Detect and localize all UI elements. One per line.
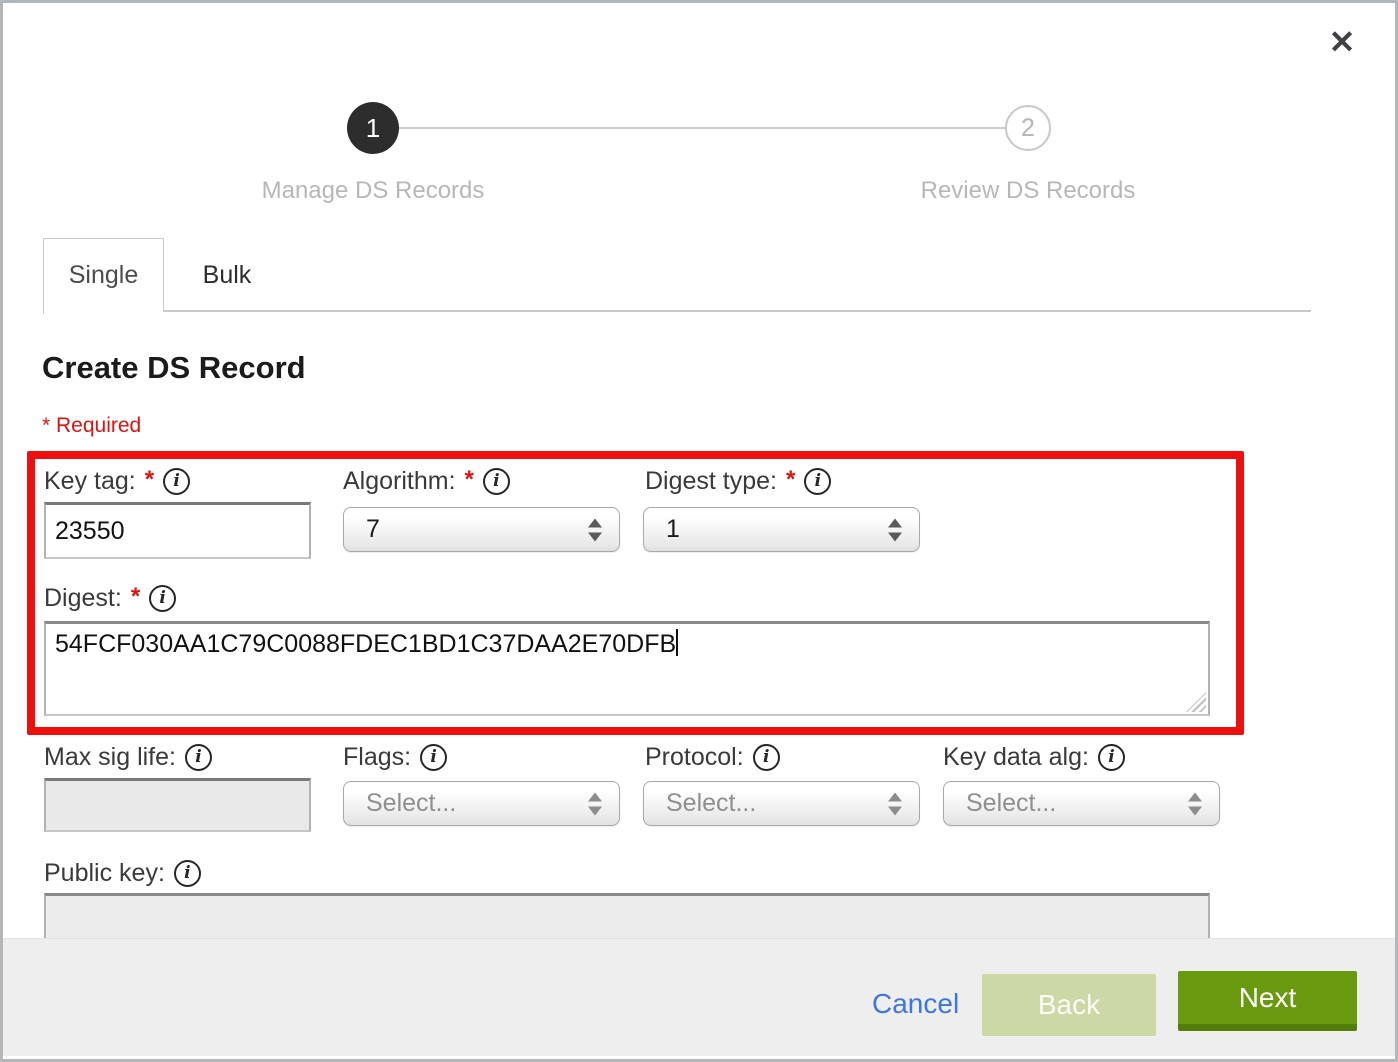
required-asterisk: *: [786, 466, 795, 494]
info-icon-glyph: i: [184, 865, 190, 882]
algorithm-select[interactable]: 7: [343, 507, 620, 552]
key-tag-label-text: Key tag:: [44, 467, 136, 496]
protocol-label-text: Protocol:: [645, 743, 744, 772]
digest-textarea[interactable]: 54FCF030AA1C79C0088FDEC1BD1C37DAA2E70DFB: [44, 621, 1210, 716]
tab-single[interactable]: Single: [43, 238, 164, 312]
required-asterisk: *: [145, 466, 154, 494]
info-icon-glyph: i: [173, 473, 179, 490]
stepper-step-1-circle: 1: [347, 102, 399, 154]
info-icon[interactable]: i: [804, 468, 831, 495]
info-icon[interactable]: i: [420, 744, 447, 771]
info-icon[interactable]: i: [149, 585, 176, 612]
key-data-alg-select[interactable]: Select...: [943, 781, 1220, 826]
close-icon[interactable]: ✕: [1322, 22, 1362, 62]
select-spinner-icon: [588, 792, 602, 815]
key-tag-value: 23550: [55, 517, 125, 546]
digest-type-label: Digest type: * i: [645, 467, 831, 496]
public-key-label-text: Public key:: [44, 859, 165, 888]
key-data-alg-label-text: Key data alg:: [943, 743, 1089, 772]
digest-type-select[interactable]: 1: [643, 507, 920, 552]
algorithm-label-text: Algorithm:: [343, 467, 456, 496]
digest-type-label-text: Digest type:: [645, 467, 777, 496]
info-icon-glyph: i: [493, 473, 499, 490]
key-data-alg-label: Key data alg: i: [943, 743, 1125, 772]
info-icon[interactable]: i: [1098, 744, 1125, 771]
protocol-label: Protocol: i: [645, 743, 780, 772]
flags-select[interactable]: Select...: [343, 781, 620, 826]
page-title: Create DS Record: [42, 350, 306, 386]
cancel-button[interactable]: Cancel: [872, 988, 959, 1020]
key-tag-label: Key tag: * i: [44, 467, 190, 496]
public-key-textarea[interactable]: [44, 893, 1210, 938]
info-icon-glyph: i: [195, 749, 201, 766]
required-asterisk: *: [131, 583, 140, 611]
algorithm-label: Algorithm: * i: [343, 467, 510, 496]
info-icon[interactable]: i: [174, 860, 201, 887]
info-icon-glyph: i: [159, 590, 165, 607]
select-spinner-icon: [1188, 792, 1202, 815]
max-sig-life-label: Max sig life: i: [44, 743, 212, 772]
digest-label-text: Digest:: [44, 584, 122, 613]
public-key-label: Public key: i: [44, 859, 201, 888]
info-icon-glyph: i: [1108, 749, 1114, 766]
info-icon-glyph: i: [815, 473, 821, 490]
stepper-connector-line: [373, 127, 1028, 129]
digest-value: 54FCF030AA1C79C0088FDEC1BD1C37DAA2E70DFB: [55, 630, 676, 658]
max-sig-life-label-text: Max sig life:: [44, 743, 176, 772]
protocol-select[interactable]: Select...: [643, 781, 920, 826]
stepper-step-2-label: Review DS Records: [848, 177, 1208, 205]
required-note: * Required: [42, 414, 141, 438]
required-asterisk: *: [465, 466, 474, 494]
key-data-alg-selected-value: Select...: [966, 789, 1056, 818]
back-button[interactable]: Back: [982, 974, 1156, 1036]
protocol-selected-value: Select...: [666, 789, 756, 818]
next-button[interactable]: Next: [1178, 971, 1357, 1031]
select-spinner-icon: [888, 518, 902, 541]
info-icon[interactable]: i: [185, 744, 212, 771]
stepper-step-1-label: Manage DS Records: [193, 177, 553, 205]
resize-handle-icon[interactable]: [1186, 692, 1206, 712]
tab-bulk[interactable]: Bulk: [164, 239, 290, 311]
flags-label: Flags: i: [343, 743, 447, 772]
algorithm-selected-value: 7: [366, 515, 380, 544]
tab-underline: [163, 310, 1311, 312]
flags-selected-value: Select...: [366, 789, 456, 818]
select-spinner-icon: [888, 792, 902, 815]
text-cursor: [676, 629, 678, 656]
key-tag-input[interactable]: 23550: [44, 502, 311, 559]
select-spinner-icon: [588, 518, 602, 541]
info-icon[interactable]: i: [163, 468, 190, 495]
info-icon-glyph: i: [763, 749, 769, 766]
info-icon[interactable]: i: [483, 468, 510, 495]
digest-label: Digest: * i: [44, 584, 176, 613]
stepper-step-2-circle: 2: [1005, 105, 1051, 151]
max-sig-life-input[interactable]: [44, 778, 311, 832]
digest-type-selected-value: 1: [666, 515, 680, 544]
info-icon-glyph: i: [430, 749, 436, 766]
info-icon[interactable]: i: [753, 744, 780, 771]
flags-label-text: Flags:: [343, 743, 411, 772]
